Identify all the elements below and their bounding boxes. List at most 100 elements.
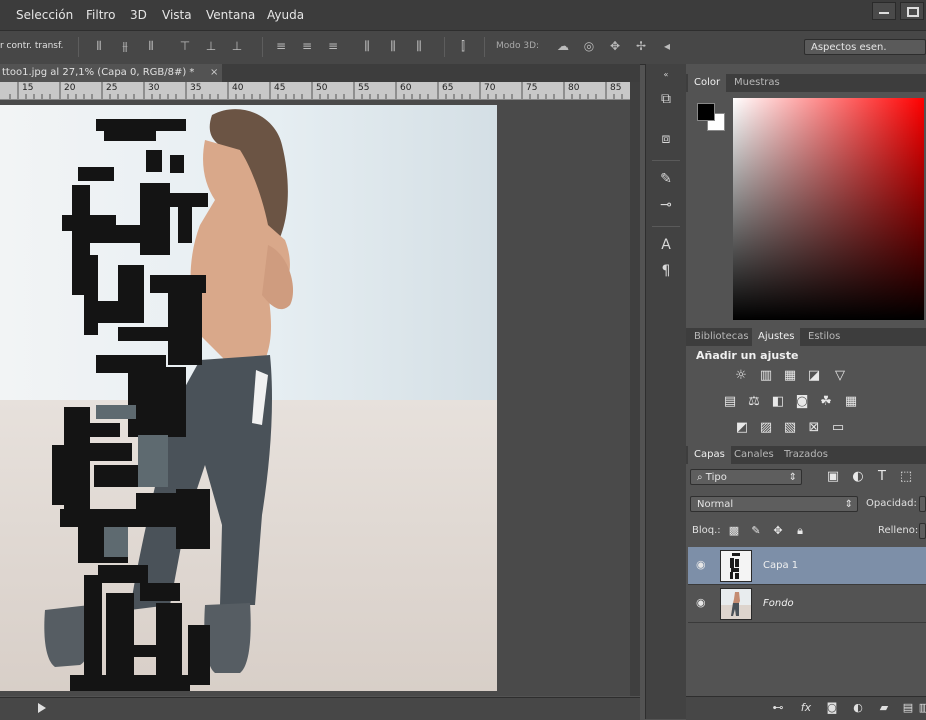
filter-type-icon[interactable]: T	[874, 470, 890, 484]
curves-icon[interactable]: ▦	[782, 369, 798, 383]
posterize-icon[interactable]: ▨	[758, 421, 774, 435]
tab-channels[interactable]: Canales	[728, 446, 780, 464]
paragraph-panel-icon[interactable]: ¶	[656, 262, 676, 280]
ruler-tick-label: 50	[316, 83, 328, 93]
vibrance-icon[interactable]: ▽	[832, 369, 848, 383]
pan-3d-icon[interactable]: ✥	[608, 40, 622, 52]
align-bottom-icon[interactable]: ⊥	[230, 40, 244, 52]
align-right-icon[interactable]: ⫴	[144, 40, 158, 52]
filter-pixel-icon[interactable]: ▣	[825, 470, 841, 484]
auto-align-icon[interactable]: ⫿	[456, 40, 470, 52]
play-icon[interactable]	[38, 703, 46, 713]
menu-ayuda[interactable]: Ayuda	[267, 8, 304, 22]
menu-3d[interactable]: 3D	[130, 8, 147, 22]
lock-pixels-icon[interactable]: ✎	[748, 524, 764, 538]
color-balance-icon[interactable]: ⚖	[746, 395, 762, 409]
brush-presets-icon[interactable]: ⊸	[656, 196, 676, 214]
opacity-field[interactable]	[919, 496, 926, 512]
distribute-hcenter-icon[interactable]: ⫼	[386, 40, 400, 52]
menu-seleccion[interactable]: Selección	[16, 8, 73, 22]
document-title: ttoo1.jpg al 27,1% (Capa 0, RGB/8#) *	[2, 67, 195, 78]
ruler-tick-label: 80	[568, 83, 580, 93]
photo-filter-icon[interactable]: ◙	[794, 395, 810, 409]
tab-styles[interactable]: Estilos	[802, 328, 846, 346]
levels-icon[interactable]: ▥	[758, 369, 774, 383]
tab-libraries[interactable]: Bibliotecas	[688, 328, 755, 346]
document-tab[interactable]: ttoo1.jpg al 27,1% (Capa 0, RGB/8#) * ×	[0, 64, 222, 82]
distribute-right-icon[interactable]: ⫼	[412, 40, 426, 52]
character-panel-icon[interactable]: A	[656, 236, 676, 254]
align-hcenter-icon[interactable]: ⫵	[118, 40, 132, 52]
tab-layers[interactable]: Capas	[688, 446, 731, 464]
lock-position-icon[interactable]: ✥	[770, 524, 786, 538]
status-bar	[0, 697, 640, 720]
color-picker-field[interactable]	[733, 98, 924, 320]
channel-mixer-icon[interactable]: ☘	[818, 395, 834, 409]
exposure-icon[interactable]: ◪	[806, 369, 822, 383]
visibility-eye-icon[interactable]: ◉	[696, 597, 710, 609]
align-left-icon[interactable]: ⫴	[92, 40, 106, 52]
menu-filtro[interactable]: Filtro	[86, 8, 115, 22]
align-top-icon[interactable]: ⊤	[178, 40, 192, 52]
filter-adjustment-icon[interactable]: ◐	[850, 470, 866, 484]
distribute-vcenter-icon[interactable]: ≡	[300, 40, 314, 52]
foreground-color-swatch[interactable]	[697, 103, 715, 121]
distribute-bottom-icon[interactable]: ≡	[326, 40, 340, 52]
new-group-icon[interactable]: ▰	[876, 701, 892, 715]
tab-swatches[interactable]: Muestras	[728, 74, 786, 92]
minimize-button[interactable]	[872, 2, 896, 20]
link-layers-icon[interactable]: ⊷	[770, 701, 786, 715]
new-layer-icon[interactable]: ▤	[900, 701, 916, 715]
maximize-button[interactable]	[900, 2, 924, 20]
orbit-3d-icon[interactable]: ☁	[556, 40, 570, 52]
brushes-panel-icon[interactable]: ✎	[656, 170, 676, 188]
brightness-contrast-icon[interactable]: ☼	[733, 369, 749, 383]
photo-image	[0, 105, 497, 691]
align-vcenter-icon[interactable]: ⊥	[204, 40, 218, 52]
properties-panel-icon[interactable]: ⧈	[656, 130, 676, 148]
delete-layer-icon[interactable]: ▥	[916, 701, 926, 715]
slide-3d-icon[interactable]: ✢	[634, 40, 648, 52]
filter-shape-icon[interactable]: ⬚	[898, 470, 914, 484]
layer-style-fx-icon[interactable]: fx	[798, 701, 814, 715]
black-white-icon[interactable]: ◧	[770, 395, 786, 409]
invert-icon[interactable]: ◩	[734, 421, 750, 435]
lock-all-icon[interactable]: 🔒︎	[792, 524, 808, 538]
selective-color-icon[interactable]: ⊠	[806, 421, 822, 435]
scale-3d-icon[interactable]: ◂	[660, 40, 674, 52]
hue-saturation-icon[interactable]: ▤	[722, 395, 738, 409]
color-lookup-icon[interactable]: ▦	[843, 395, 859, 409]
threshold-icon[interactable]: ▧	[782, 421, 798, 435]
visibility-eye-icon[interactable]: ◉	[696, 559, 710, 571]
new-adjustment-layer-icon[interactable]: ◐	[850, 701, 866, 715]
adjustments-title: Añadir un ajuste	[696, 349, 799, 362]
collapse-panels-icon[interactable]: «	[656, 66, 676, 84]
roll-3d-icon[interactable]: ◎	[582, 40, 596, 52]
lock-transparency-icon[interactable]: ▩	[726, 524, 742, 538]
menu-ventana[interactable]: Ventana	[206, 8, 255, 22]
tab-paths[interactable]: Trazados	[778, 446, 834, 464]
layer-row[interactable]: ◉ Capa 1	[688, 547, 926, 585]
vertical-scrollbar[interactable]	[630, 82, 640, 696]
fill-field[interactable]	[919, 523, 926, 539]
layer-name[interactable]: Fondo	[763, 598, 794, 609]
transform-controls-label[interactable]: r contr. transf.	[0, 41, 63, 51]
distribute-top-icon[interactable]: ≡	[274, 40, 288, 52]
blend-mode-select[interactable]: Normal ⇕	[690, 496, 858, 512]
ruler-tick-label: 75	[526, 83, 538, 93]
history-panel-icon[interactable]: ⧉	[656, 90, 676, 108]
workspace-select[interactable]: Aspectos esen.	[804, 39, 926, 55]
menu-vista[interactable]: Vista	[162, 8, 192, 22]
close-icon[interactable]: ×	[210, 64, 218, 82]
ruler-tick-label: 20	[64, 83, 76, 93]
ruler-tick-label: 70	[484, 83, 496, 93]
layer-row[interactable]: ◉ Fondo	[688, 585, 926, 623]
tab-color[interactable]: Color	[688, 74, 727, 92]
add-mask-icon[interactable]: ◙	[824, 701, 840, 715]
layer-filter-select[interactable]: ⌕ Tipo ⇕	[690, 469, 802, 485]
tab-adjustments[interactable]: Ajustes	[752, 328, 801, 346]
document-canvas[interactable]	[0, 105, 497, 691]
distribute-left-icon[interactable]: ⫼	[360, 40, 374, 52]
gradient-map-icon[interactable]: ▭	[830, 421, 846, 435]
layer-name[interactable]: Capa 1	[763, 560, 798, 571]
